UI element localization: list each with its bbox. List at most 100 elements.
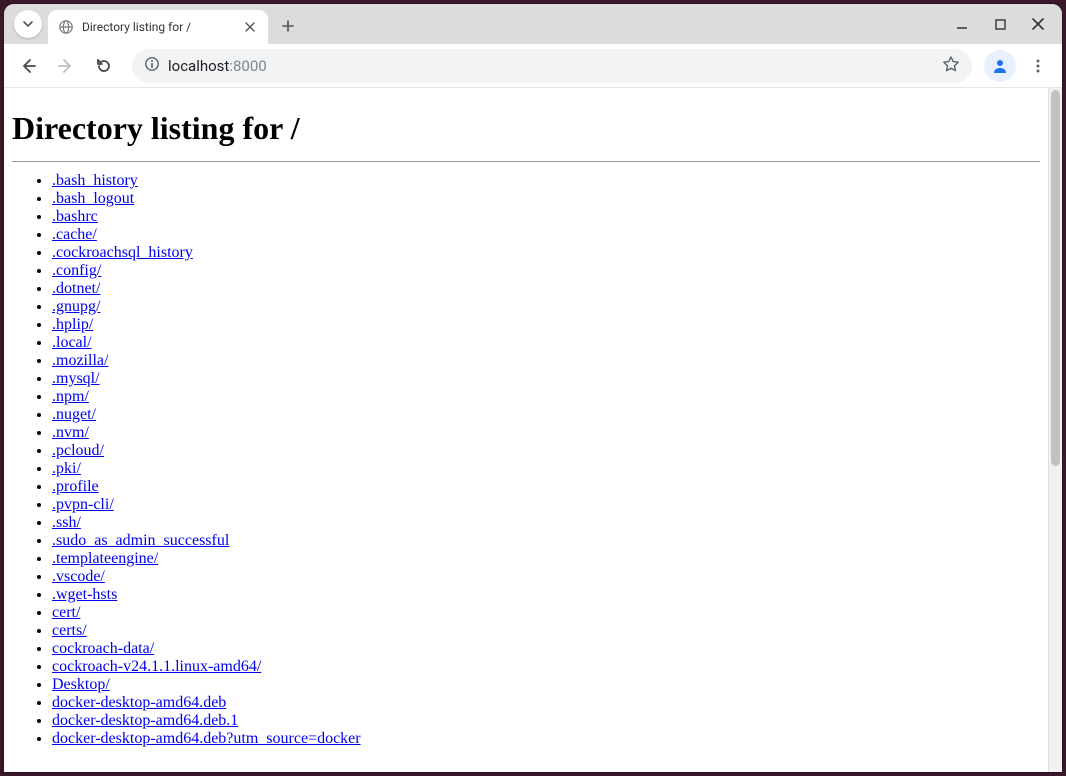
close-icon: [245, 22, 255, 32]
directory-entry-link[interactable]: docker-desktop-amd64.deb.1: [52, 712, 238, 729]
directory-entry-link[interactable]: .bash_history: [52, 172, 138, 189]
directory-entry-link[interactable]: .pki/: [52, 460, 81, 477]
directory-entry-link[interactable]: .pcloud/: [52, 442, 104, 459]
list-item: .cache/: [52, 226, 1040, 244]
minimize-icon: [956, 18, 968, 30]
directory-entry-link[interactable]: cert/: [52, 604, 80, 621]
directory-entry-link[interactable]: certs/: [52, 622, 87, 639]
url-text: localhost:8000: [168, 57, 267, 75]
close-icon: [1032, 18, 1044, 30]
directory-entry-link[interactable]: .pvpn-cli/: [52, 496, 114, 513]
directory-entry-link[interactable]: docker-desktop-amd64.deb: [52, 694, 226, 711]
address-bar[interactable]: localhost:8000: [132, 49, 972, 83]
directory-entry-link[interactable]: .cache/: [52, 226, 97, 243]
list-item: .profile: [52, 478, 1040, 496]
directory-entry-link[interactable]: .nuget/: [52, 406, 96, 423]
list-item: cockroach-data/: [52, 640, 1040, 658]
directory-entry-link[interactable]: cockroach-data/: [52, 640, 154, 657]
bookmark-button[interactable]: [942, 55, 960, 77]
plus-icon: [281, 19, 295, 33]
directory-entry-link[interactable]: .bashrc: [52, 208, 98, 225]
back-button[interactable]: [12, 50, 44, 82]
list-item: .templateengine/: [52, 550, 1040, 568]
list-item: .sudo_as_admin_successful: [52, 532, 1040, 550]
list-item: .pki/: [52, 460, 1040, 478]
directory-entry-link[interactable]: .mysql/: [52, 370, 100, 387]
arrow-right-icon: [57, 57, 75, 75]
list-item: docker-desktop-amd64.deb.1: [52, 712, 1040, 730]
arrow-left-icon: [19, 57, 37, 75]
list-item: docker-desktop-amd64.deb?utm_source=dock…: [52, 730, 1040, 748]
viewport: Directory listing for / .bash_history.ba…: [4, 88, 1062, 772]
forward-button[interactable]: [50, 50, 82, 82]
directory-entry-link[interactable]: .hplip/: [52, 316, 93, 333]
list-item: .pcloud/: [52, 442, 1040, 460]
list-item: .local/: [52, 334, 1040, 352]
reload-button[interactable]: [88, 50, 120, 82]
page-title: Directory listing for /: [12, 110, 1040, 147]
list-item: .bash_history: [52, 172, 1040, 190]
window-close-button[interactable]: [1028, 14, 1048, 34]
site-info-icon[interactable]: [144, 56, 160, 76]
window-maximize-button[interactable]: [990, 14, 1010, 34]
list-item: .wget-hsts: [52, 586, 1040, 604]
list-item: .mysql/: [52, 370, 1040, 388]
directory-entry-link[interactable]: .dotnet/: [52, 280, 100, 297]
list-item: .gnupg/: [52, 298, 1040, 316]
directory-entry-link[interactable]: .bash_logout: [52, 190, 134, 207]
list-item: cert/: [52, 604, 1040, 622]
browser-window: Directory listing for /: [4, 4, 1062, 772]
menu-button[interactable]: [1022, 50, 1054, 82]
directory-entry-link[interactable]: .sudo_as_admin_successful: [52, 532, 229, 549]
directory-entry-link[interactable]: .cockroachsql_history: [52, 244, 193, 261]
directory-entry-link[interactable]: Desktop/: [52, 676, 110, 693]
list-item: .npm/: [52, 388, 1040, 406]
divider: [12, 161, 1040, 162]
list-item: .cockroachsql_history: [52, 244, 1040, 262]
directory-entry-link[interactable]: .vscode/: [52, 568, 105, 585]
directory-entry-link[interactable]: .npm/: [52, 388, 89, 405]
page-content: Directory listing for / .bash_history.ba…: [4, 88, 1048, 772]
kebab-icon: [1030, 58, 1046, 74]
list-item: docker-desktop-amd64.deb: [52, 694, 1040, 712]
browser-tab[interactable]: Directory listing for /: [48, 10, 268, 44]
list-item: Desktop/: [52, 676, 1040, 694]
maximize-icon: [995, 19, 1006, 30]
window-minimize-button[interactable]: [952, 14, 972, 34]
chevron-down-icon: [22, 18, 34, 30]
scrollbar-thumb[interactable]: [1051, 90, 1060, 466]
directory-entry-link[interactable]: .config/: [52, 262, 101, 279]
list-item: .dotnet/: [52, 280, 1040, 298]
url-port: :8000: [229, 57, 266, 75]
directory-entry-link[interactable]: .templateengine/: [52, 550, 158, 567]
directory-entry-link[interactable]: .nvm/: [52, 424, 89, 441]
list-item: .config/: [52, 262, 1040, 280]
tab-title: Directory listing for /: [82, 20, 234, 34]
url-host: localhost: [168, 57, 229, 75]
directory-entry-link[interactable]: .wget-hsts: [52, 586, 117, 603]
directory-entry-link[interactable]: .gnupg/: [52, 298, 100, 315]
directory-listing: .bash_history.bash_logout.bashrc.cache/.…: [12, 172, 1040, 748]
list-item: certs/: [52, 622, 1040, 640]
list-item: cockroach-v24.1.1.linux-amd64/: [52, 658, 1040, 676]
list-item: .ssh/: [52, 514, 1040, 532]
vertical-scrollbar[interactable]: [1048, 88, 1062, 772]
list-item: .vscode/: [52, 568, 1040, 586]
list-item: .mozilla/: [52, 352, 1040, 370]
directory-entry-link[interactable]: .ssh/: [52, 514, 81, 531]
profile-button[interactable]: [984, 50, 1016, 82]
window-controls: [952, 4, 1056, 44]
list-item: .hplip/: [52, 316, 1040, 334]
tab-search-button[interactable]: [14, 10, 42, 38]
new-tab-button[interactable]: [274, 12, 302, 40]
directory-entry-link[interactable]: .local/: [52, 334, 92, 351]
directory-entry-link[interactable]: cockroach-v24.1.1.linux-amd64/: [52, 658, 261, 675]
directory-entry-link[interactable]: .profile: [52, 478, 99, 495]
directory-entry-link[interactable]: docker-desktop-amd64.deb?utm_source=dock…: [52, 730, 361, 747]
tab-strip: Directory listing for /: [4, 4, 1062, 44]
tab-close-button[interactable]: [242, 19, 258, 35]
directory-entry-link[interactable]: .mozilla/: [52, 352, 108, 369]
list-item: .pvpn-cli/: [52, 496, 1040, 514]
list-item: .nvm/: [52, 424, 1040, 442]
list-item: .bashrc: [52, 208, 1040, 226]
